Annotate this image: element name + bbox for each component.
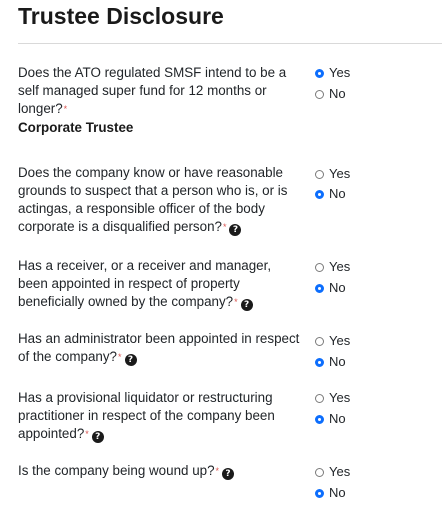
- question-circle-icon[interactable]: ?: [124, 354, 137, 366]
- q5-yes-radio[interactable]: [315, 393, 324, 403]
- required-marker: *: [215, 466, 220, 476]
- q1-no-label[interactable]: No: [329, 87, 346, 101]
- q6-yes-option[interactable]: Yes: [315, 465, 350, 479]
- q6-yes-label[interactable]: Yes: [329, 465, 350, 479]
- question-circle-icon[interactable]: ?: [91, 431, 104, 443]
- question-circle-icon[interactable]: ?: [240, 299, 253, 311]
- question-disqualified-person: Does the company know or have reasonable…: [18, 164, 288, 237]
- question-text: Does the company know or have reasonable…: [18, 165, 288, 234]
- question-wound-up: Is the company being wound up?*?: [18, 462, 303, 481]
- q5-yes-option[interactable]: Yes: [315, 391, 350, 405]
- question-provisional-liquidator: Has a provisional liquidator or restruct…: [18, 389, 288, 444]
- q1-yes-radio[interactable]: [315, 68, 324, 78]
- question-smsf-12-months: Does the ATO regulated SMSF intend to be…: [18, 64, 308, 119]
- q3-yes-option[interactable]: Yes: [315, 260, 350, 274]
- q2-no-label[interactable]: No: [329, 187, 346, 201]
- required-marker: *: [85, 429, 89, 439]
- question-circle-icon[interactable]: ?: [229, 224, 242, 236]
- q2-yes-option[interactable]: Yes: [315, 167, 350, 181]
- q3-no-label[interactable]: No: [329, 281, 346, 295]
- section-heading-corporate-trustee: Corporate Trustee: [18, 120, 134, 135]
- question-text: Has an administrator been appointed in r…: [18, 331, 300, 364]
- q4-yes-label[interactable]: Yes: [329, 334, 350, 348]
- q5-no-radio[interactable]: [315, 414, 324, 424]
- q3-no-option[interactable]: No: [315, 281, 346, 295]
- required-marker: *: [222, 222, 227, 232]
- q5-no-label[interactable]: No: [329, 412, 346, 426]
- page-title: Trustee Disclosure: [18, 3, 224, 29]
- q6-no-radio[interactable]: [315, 488, 324, 498]
- question-administrator-appointed: Has an administrator been appointed in r…: [18, 330, 303, 367]
- q4-no-label[interactable]: No: [329, 355, 346, 369]
- q6-no-option[interactable]: No: [315, 486, 346, 500]
- q3-no-radio[interactable]: [315, 283, 324, 293]
- required-marker: *: [63, 104, 68, 114]
- question-text: Is the company being wound up?: [18, 463, 215, 478]
- question-text: Does the ATO regulated SMSF intend to be…: [18, 65, 287, 116]
- q5-no-option[interactable]: No: [315, 412, 346, 426]
- question-circle-icon[interactable]: ?: [222, 468, 235, 480]
- q5-yes-label[interactable]: Yes: [329, 391, 350, 405]
- q6-yes-radio[interactable]: [315, 467, 324, 477]
- q1-yes-label[interactable]: Yes: [329, 66, 350, 80]
- title-divider: [18, 43, 442, 44]
- q3-yes-radio[interactable]: [315, 262, 324, 272]
- q2-no-option[interactable]: No: [315, 187, 346, 201]
- q4-no-radio[interactable]: [315, 357, 324, 367]
- q1-yes-option[interactable]: Yes: [315, 66, 350, 80]
- q2-no-radio[interactable]: [315, 189, 324, 199]
- q2-yes-label[interactable]: Yes: [329, 167, 350, 181]
- q2-yes-radio[interactable]: [315, 169, 324, 179]
- required-marker: *: [118, 352, 122, 362]
- q4-no-option[interactable]: No: [315, 355, 346, 369]
- q4-yes-radio[interactable]: [315, 336, 324, 346]
- q1-no-option[interactable]: No: [315, 87, 346, 101]
- question-receiver-appointed: Has a receiver, or a receiver and manage…: [18, 257, 303, 312]
- question-text: Has a provisional liquidator or restruct…: [18, 390, 275, 441]
- q4-yes-option[interactable]: Yes: [315, 334, 350, 348]
- required-marker: *: [234, 297, 238, 307]
- q6-no-label[interactable]: No: [329, 486, 346, 500]
- q1-no-radio[interactable]: [315, 89, 324, 99]
- q3-yes-label[interactable]: Yes: [329, 260, 350, 274]
